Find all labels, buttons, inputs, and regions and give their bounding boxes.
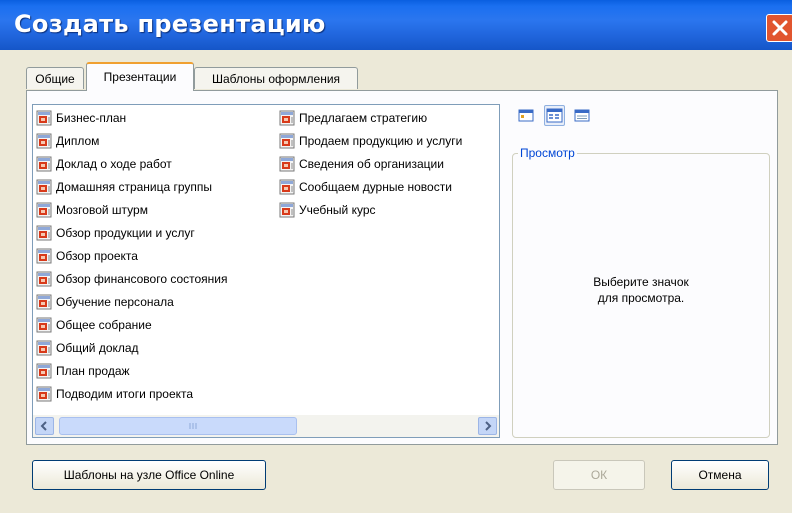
list-item[interactable]: Мозговой штурм	[36, 200, 148, 220]
view-details-button[interactable]	[572, 105, 593, 126]
powerpoint-template-icon	[36, 317, 52, 333]
horizontal-scrollbar[interactable]	[33, 415, 499, 437]
list-item[interactable]: Подводим итоги проекта	[36, 384, 193, 404]
powerpoint-template-icon	[36, 156, 52, 172]
list-item[interactable]: Доклад о ходе работ	[36, 154, 172, 174]
powerpoint-template-icon	[279, 202, 295, 218]
close-icon	[772, 20, 788, 36]
powerpoint-template-icon	[36, 271, 52, 287]
list-item[interactable]: Предлагаем стратегию	[279, 108, 427, 128]
scroll-thumb[interactable]	[59, 417, 297, 435]
list-item[interactable]: Общий доклад	[36, 338, 139, 358]
powerpoint-template-icon	[279, 179, 295, 195]
powerpoint-template-icon	[36, 110, 52, 126]
new-presentation-dialog: Создать презентацию Общие Презентации Ша…	[0, 0, 792, 513]
large-icons-view-icon	[518, 109, 534, 122]
chevron-left-icon	[40, 421, 47, 431]
powerpoint-template-icon	[279, 133, 295, 149]
list-item[interactable]: Домашняя страница группы	[36, 177, 212, 197]
powerpoint-template-icon	[36, 340, 52, 356]
cancel-button[interactable]: Отмена	[671, 460, 769, 490]
powerpoint-template-icon	[279, 156, 295, 172]
tab-presentations[interactable]: Презентации	[86, 62, 194, 91]
office-online-templates-button[interactable]: Шаблоны на узле Office Online	[32, 460, 266, 490]
list-item[interactable]: Сообщаем дурные новости	[279, 177, 452, 197]
tab-design-templates[interactable]: Шаблоны оформления	[194, 67, 358, 89]
list-item[interactable]: Учебный курс	[279, 200, 376, 220]
powerpoint-template-icon	[36, 294, 52, 310]
powerpoint-template-icon	[36, 179, 52, 195]
list-item[interactable]: Общее собрание	[36, 315, 152, 335]
template-list[interactable]: Бизнес-план Диплом Доклад о ходе работ Д…	[32, 104, 500, 438]
details-view-icon	[574, 109, 590, 122]
powerpoint-template-icon	[36, 202, 52, 218]
preview-hint: Выберите значок для просмотра.	[593, 275, 689, 305]
ok-button[interactable]: ОК	[553, 460, 645, 490]
powerpoint-template-icon	[36, 248, 52, 264]
scroll-right-button[interactable]	[478, 417, 497, 435]
tab-general[interactable]: Общие	[26, 67, 84, 89]
scroll-left-button[interactable]	[35, 417, 54, 435]
powerpoint-template-icon	[36, 225, 52, 241]
powerpoint-template-icon	[279, 110, 295, 126]
preview-label: Просмотр	[518, 146, 577, 160]
powerpoint-template-icon	[36, 133, 52, 149]
list-view-icon	[546, 108, 563, 123]
chevron-right-icon	[485, 421, 492, 431]
list-item[interactable]: Продаем продукцию и услуги	[279, 131, 462, 151]
list-item[interactable]: Обзор проекта	[36, 246, 138, 266]
view-list-button[interactable]	[544, 105, 565, 126]
list-item[interactable]: Обзор финансового состояния	[36, 269, 228, 289]
title-bar[interactable]: Создать презентацию	[0, 0, 792, 50]
powerpoint-template-icon	[36, 363, 52, 379]
powerpoint-template-icon	[36, 386, 52, 402]
dialog-title: Создать презентацию	[14, 10, 326, 38]
list-item[interactable]: Бизнес-план	[36, 108, 126, 128]
list-item[interactable]: Диплом	[36, 131, 99, 151]
grip-icon	[189, 423, 197, 429]
list-item[interactable]: План продаж	[36, 361, 130, 381]
close-button[interactable]	[766, 14, 792, 42]
list-item[interactable]: Сведения об организации	[279, 154, 444, 174]
view-large-icons-button[interactable]	[516, 105, 537, 126]
list-item[interactable]: Обзор продукции и услуг	[36, 223, 195, 243]
list-item[interactable]: Обучение персонала	[36, 292, 174, 312]
